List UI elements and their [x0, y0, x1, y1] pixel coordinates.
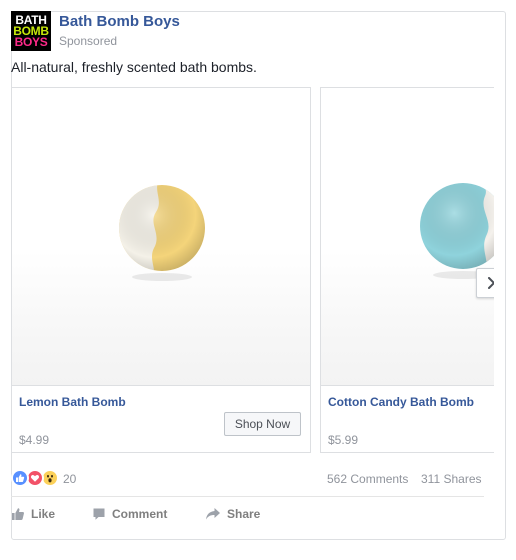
product-image-cotton-candy-bath-bomb[interactable] [321, 88, 494, 386]
logo-line-boys: BOYS [14, 34, 48, 49]
post-text: All-natural, freshly scented bath bombs. [11, 59, 257, 75]
like-label: Like [31, 507, 56, 521]
share-button[interactable]: Share [205, 500, 260, 528]
product-carousel: Lemon Bath Bomb $4.99 Shop Now Cotton Ca… [11, 87, 494, 453]
actions-divider [11, 496, 484, 497]
page-name-link[interactable]: Bath Bomb Boys [59, 13, 180, 30]
post-actions: Like Comment Share [11, 500, 484, 528]
lemon-bath-bomb-image [119, 185, 205, 281]
product-price-lemon: $4.99 [19, 433, 50, 447]
comments-count[interactable]: 562 Comments [327, 472, 408, 486]
engagement-stats: 20 562 Comments 311 Shares [11, 467, 484, 489]
product-price-cotton-candy: $5.99 [328, 433, 359, 447]
share-label: Share [227, 507, 261, 521]
like-button[interactable]: Like [11, 500, 55, 528]
page-logo[interactable]: BATH BOMB BOYS [11, 11, 51, 51]
shares-count[interactable]: 311 Shares [421, 472, 482, 486]
comment-label: Comment [112, 507, 168, 521]
product-title-cotton-candy[interactable]: Cotton Candy Bath Bomb [328, 395, 474, 409]
post-header: BATH BOMB BOYS Bath Bomb Boys Sponsored [11, 11, 471, 53]
carousel-next-button[interactable] [476, 268, 494, 298]
thumbs-up-icon [12, 508, 24, 520]
reaction-count[interactable]: 20 [63, 472, 76, 486]
comment-button[interactable]: Comment [92, 500, 167, 528]
product-image-lemon-bath-bomb[interactable] [12, 88, 310, 386]
chevron-right-icon [487, 277, 494, 289]
carousel-card-cotton-candy[interactable]: Cotton Candy Bath Bomb $5.99 [320, 87, 494, 453]
comment-icon [93, 508, 105, 520]
carousel-card-lemon[interactable]: Lemon Bath Bomb $4.99 Shop Now [11, 87, 311, 453]
sponsored-label[interactable]: Sponsored [59, 34, 117, 48]
shop-now-button[interactable]: Shop Now [224, 412, 301, 436]
share-arrow-icon [206, 508, 220, 520]
like-reaction-icon [11, 469, 29, 487]
product-title-lemon[interactable]: Lemon Bath Bomb [19, 395, 126, 409]
